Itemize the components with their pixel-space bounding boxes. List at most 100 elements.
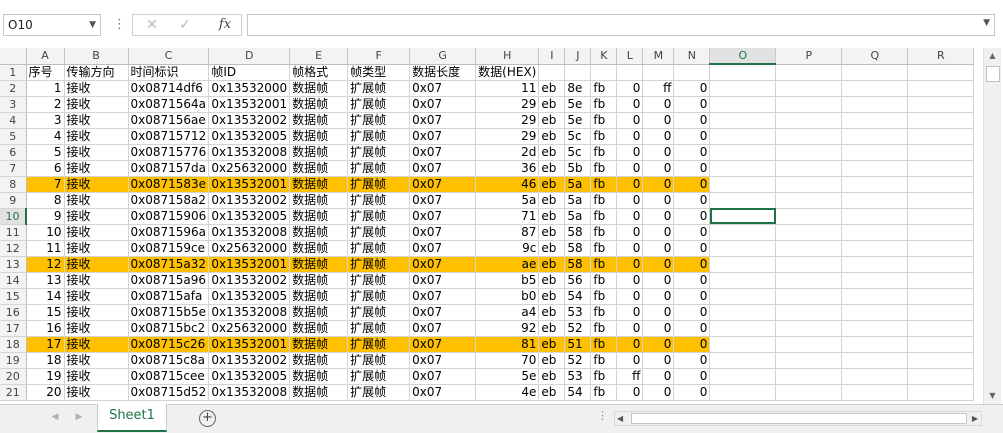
cell[interactable]: 0x13532005 <box>208 368 291 385</box>
cell[interactable]: 扩展帧 <box>347 160 411 177</box>
cell[interactable] <box>841 336 909 353</box>
cell[interactable]: eb <box>538 256 566 273</box>
cell[interactable]: fb <box>590 176 618 193</box>
cell[interactable]: eb <box>538 336 566 353</box>
cell[interactable]: 0 <box>616 256 644 273</box>
cell[interactable]: 18 <box>26 352 65 369</box>
cell[interactable]: 0 <box>673 256 711 273</box>
cell-header-m[interactable] <box>642 64 675 81</box>
cell[interactable]: 接收 <box>64 176 129 193</box>
cell[interactable]: fb <box>590 320 618 337</box>
cell[interactable]: 12 <box>26 256 65 273</box>
cell[interactable]: 0x07 <box>409 304 477 321</box>
cell[interactable]: 0x07 <box>409 160 477 177</box>
cell[interactable]: 0x08715b5e <box>128 304 210 321</box>
cell[interactable] <box>907 368 975 385</box>
cell[interactable]: eb <box>538 80 566 97</box>
cell[interactable]: ff <box>642 80 675 97</box>
cell[interactable]: 5c <box>564 128 592 145</box>
cell[interactable]: 0 <box>616 128 644 145</box>
vertical-scroll-thumb[interactable] <box>986 66 1000 82</box>
row-header[interactable]: 2 <box>0 80 27 97</box>
cell[interactable]: 0 <box>616 224 644 241</box>
cell[interactable]: 扩展帧 <box>347 128 411 145</box>
cell[interactable] <box>709 240 777 257</box>
cell[interactable]: 接收 <box>64 288 129 305</box>
vertical-dots-icon[interactable]: ⋮ <box>597 409 608 422</box>
cell[interactable]: 3 <box>26 112 65 129</box>
cell[interactable] <box>709 336 777 353</box>
cell[interactable]: 0x13532000 <box>208 80 291 97</box>
cell[interactable]: 扩展帧 <box>347 272 411 289</box>
cell[interactable]: 36 <box>475 160 540 177</box>
cell-header-h[interactable]: 数据(HEX) <box>475 64 540 81</box>
cell[interactable]: 0 <box>673 96 711 113</box>
cell[interactable] <box>775 224 843 241</box>
cell[interactable] <box>841 368 909 385</box>
row-header[interactable]: 5 <box>0 128 27 145</box>
cell[interactable] <box>775 256 843 273</box>
cell[interactable]: 扩展帧 <box>347 208 411 225</box>
formula-input[interactable]: ▼ <box>247 14 995 36</box>
cell[interactable] <box>775 160 843 177</box>
cell[interactable]: 0 <box>642 224 675 241</box>
row-header[interactable]: 10 <box>0 208 27 225</box>
cell[interactable]: 5b <box>564 160 592 177</box>
cell[interactable] <box>907 80 975 97</box>
cell[interactable] <box>907 96 975 113</box>
cell[interactable]: 接收 <box>64 256 129 273</box>
cell[interactable]: 0x087156ae <box>128 112 210 129</box>
row-header[interactable]: 3 <box>0 96 27 113</box>
cell-header-l[interactable] <box>616 64 644 81</box>
cell[interactable]: fb <box>590 128 618 145</box>
cell[interactable]: 0x13532008 <box>208 224 291 241</box>
cell[interactable]: 29 <box>475 128 540 145</box>
cell[interactable]: 0x13532001 <box>208 336 291 353</box>
cell[interactable]: 0 <box>642 176 675 193</box>
cell[interactable]: 0 <box>642 128 675 145</box>
cell[interactable]: 0x08715afa <box>128 288 210 305</box>
cell[interactable]: 0x13532002 <box>208 352 291 369</box>
cell[interactable] <box>775 96 843 113</box>
vertical-dots-icon[interactable]: ⋮ <box>113 14 126 36</box>
cell[interactable]: 扩展帧 <box>347 352 411 369</box>
cell[interactable]: 2 <box>26 96 65 113</box>
cell[interactable] <box>907 256 975 273</box>
column-header-e[interactable]: E <box>289 48 349 65</box>
cell[interactable]: 0 <box>642 368 675 385</box>
cell[interactable]: 0x08715776 <box>128 144 210 161</box>
row-header[interactable]: 4 <box>0 112 27 129</box>
cell[interactable] <box>841 176 909 193</box>
spreadsheet-grid[interactable]: A B C D E F G H I J K L M N O P Q R 1 序号 传输方向 时间标识 帧ID 帧格式 帧类型 数据… <box>0 48 975 401</box>
cell[interactable]: eb <box>538 320 566 337</box>
cell[interactable]: 14 <box>26 288 65 305</box>
cell[interactable] <box>907 272 975 289</box>
cell[interactable]: 0 <box>616 80 644 97</box>
cell[interactable]: 扩展帧 <box>347 192 411 209</box>
cell[interactable]: 0x07 <box>409 272 477 289</box>
cell[interactable]: 0 <box>673 384 711 401</box>
cell[interactable]: 8e <box>564 80 592 97</box>
row-header[interactable]: 17 <box>0 320 27 337</box>
cell[interactable]: 0 <box>673 112 711 129</box>
cell[interactable]: 0x13532008 <box>208 304 291 321</box>
cell[interactable]: 13 <box>26 272 65 289</box>
cell[interactable] <box>907 384 975 401</box>
cell-header-p[interactable] <box>775 64 843 81</box>
row-header[interactable]: 8 <box>0 176 27 193</box>
column-header-m[interactable]: M <box>642 48 675 65</box>
cell[interactable]: 51 <box>564 336 592 353</box>
cell[interactable]: 0 <box>642 320 675 337</box>
cell[interactable] <box>907 288 975 305</box>
cell-header-e[interactable]: 帧格式 <box>289 64 349 81</box>
cell[interactable]: eb <box>538 384 566 401</box>
row-header[interactable]: 13 <box>0 256 27 273</box>
cell[interactable]: 0x25632000 <box>208 320 291 337</box>
cell[interactable] <box>709 272 777 289</box>
cell[interactable]: 0x13532005 <box>208 208 291 225</box>
cell[interactable]: 0x07 <box>409 128 477 145</box>
cell[interactable]: 扩展帧 <box>347 384 411 401</box>
cell[interactable]: 扩展帧 <box>347 304 411 321</box>
cell[interactable]: 扩展帧 <box>347 112 411 129</box>
cell[interactable]: ae <box>475 256 540 273</box>
